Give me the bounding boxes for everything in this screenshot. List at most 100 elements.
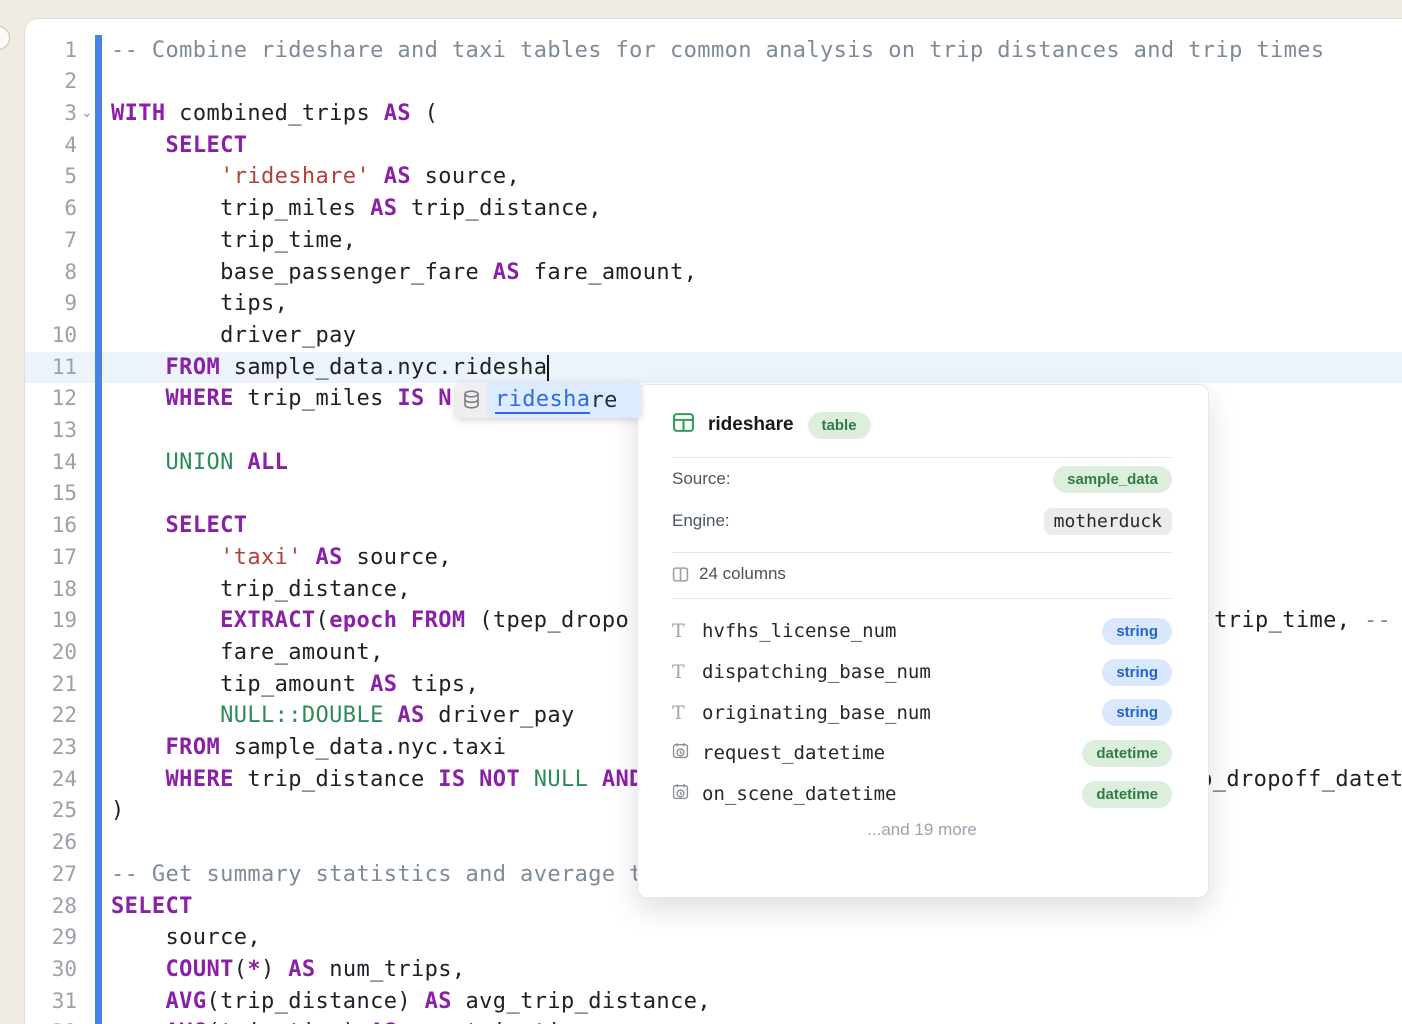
code-token	[234, 450, 248, 475]
sql-editor-panel[interactable]: 123⌄456789101112131415161718192021222324…	[24, 18, 1402, 1024]
code-token: AS	[425, 989, 452, 1014]
code-token	[111, 703, 220, 728]
code-line[interactable]: 'rideshare' AS source,	[111, 161, 1402, 193]
edge-floating-button[interactable]	[0, 26, 10, 50]
line-number: 21	[25, 669, 77, 701]
text-type-icon: T	[672, 620, 702, 642]
code-token: AS	[370, 672, 397, 697]
code-token	[384, 703, 398, 728]
code-token	[111, 1020, 166, 1024]
code-token: sample_data.nyc.ridesha	[220, 355, 547, 380]
line-number: 20	[25, 637, 77, 669]
column-row: Thvfhs_license_numstring	[672, 611, 1172, 652]
fold-chevron-icon[interactable]: ⌄	[81, 98, 99, 130]
line-number: 24	[25, 764, 77, 796]
line-number: 22	[25, 700, 77, 732]
datetime-type-icon	[672, 783, 702, 805]
code-token	[302, 545, 316, 570]
engine-row: Engine: motherduck	[672, 500, 1172, 542]
code-token	[520, 767, 534, 792]
source-label: Source:	[672, 469, 731, 489]
code-line[interactable]: AVG(trip_time) AS avg_trip_time,	[111, 1017, 1402, 1024]
code-line[interactable]: driver_pay	[111, 320, 1402, 352]
line-number: 16	[25, 510, 77, 542]
code-line[interactable]: WITH combined_trips AS (	[111, 98, 1402, 130]
code-token	[111, 386, 166, 411]
code-token: AS	[316, 545, 343, 570]
code-token	[397, 608, 411, 633]
code-token: NULL::DOUBLE	[220, 703, 384, 728]
line-number: 14	[25, 447, 77, 479]
autocomplete-match-text: ridesha	[495, 387, 590, 414]
code-line[interactable]	[111, 66, 1402, 98]
code-token: IS N	[397, 386, 452, 411]
line-number: 13	[25, 415, 77, 447]
code-line[interactable]: tips,	[111, 288, 1402, 320]
table-type-badge: table	[808, 412, 871, 439]
autocomplete-item-rideshare[interactable]: rideshare	[456, 382, 641, 418]
code-token: trip_distance,	[111, 577, 411, 602]
code-token: AS	[370, 196, 397, 221]
code-line[interactable]: trip_miles AS trip_distance,	[111, 193, 1402, 225]
code-token: AS	[288, 957, 315, 982]
code-line[interactable]: AVG(trip_distance) AS avg_trip_distance,	[111, 986, 1402, 1018]
line-number: 8	[25, 257, 77, 289]
code-token: source,	[411, 164, 520, 189]
line-number: 7	[25, 225, 77, 257]
code-token: WHERE	[166, 386, 234, 411]
columns-count-label: 24 columns	[699, 564, 786, 584]
code-token	[111, 355, 166, 380]
code-token: AVG	[166, 989, 207, 1014]
code-token: trip_time,	[111, 228, 356, 253]
code-token	[370, 164, 384, 189]
source-row: Source: sample_data	[672, 458, 1172, 500]
popup-header: rideshare table	[672, 405, 1172, 445]
code-token: SELECT	[166, 133, 248, 158]
code-token: (tpep_dropo	[466, 608, 630, 633]
code-token: avg_trip_distance,	[452, 989, 711, 1014]
code-line[interactable]: SELECT	[111, 130, 1402, 162]
code-token	[111, 545, 220, 570]
code-token	[111, 164, 220, 189]
table-icon	[672, 411, 695, 439]
code-token: 'taxi'	[220, 545, 302, 570]
table-info-popup: rideshare table Source: sample_data Engi…	[637, 384, 1209, 898]
code-token: AS	[384, 101, 411, 126]
line-number: 5	[25, 161, 77, 193]
line-number: 32	[25, 1017, 77, 1024]
code-line[interactable]: trip_time,	[111, 225, 1402, 257]
code-token: driver_pay	[425, 703, 575, 728]
code-line[interactable]: FROM sample_data.nyc.ridesha	[111, 352, 1402, 384]
code-token	[111, 608, 220, 633]
code-line[interactable]: base_passenger_fare AS fare_amount,	[111, 257, 1402, 289]
line-number: 11	[25, 352, 77, 384]
line-number: 27	[25, 859, 77, 891]
code-token: NULL	[534, 767, 589, 792]
code-line[interactable]: -- Combine rideshare and taxi tables for…	[111, 35, 1402, 67]
autocomplete-label: rideshare	[487, 382, 641, 418]
column-type-badge: string	[1102, 659, 1172, 686]
code-token	[111, 957, 166, 982]
code-token: AS	[370, 1020, 397, 1024]
code-line[interactable]: source,	[111, 922, 1402, 954]
code-token: avg_trip_time,	[397, 1020, 602, 1024]
code-token: tips,	[397, 672, 479, 697]
engine-badge: motherduck	[1044, 508, 1172, 535]
code-token: (	[411, 101, 438, 126]
line-number: 1	[25, 35, 77, 67]
code-token: WITH	[111, 101, 166, 126]
code-token: trip_miles	[111, 196, 370, 221]
code-token: COUNT	[166, 957, 234, 982]
line-number: 18	[25, 574, 77, 606]
column-type-badge: datetime	[1082, 781, 1172, 808]
app-root: { "editor": { "current_line": 11, "curso…	[0, 0, 1402, 1024]
code-token: fare_amount,	[520, 260, 697, 285]
code-token: 'rideshare'	[220, 164, 370, 189]
code-line[interactable]: COUNT(*) AS num_trips,	[111, 954, 1402, 986]
column-row: on_scene_datetimedatetime	[672, 774, 1172, 815]
line-number: 29	[25, 922, 77, 954]
code-token: num_trips,	[316, 957, 466, 982]
divider	[672, 598, 1172, 599]
line-number: 12	[25, 383, 77, 415]
column-row: request_datetimedatetime	[672, 733, 1172, 774]
